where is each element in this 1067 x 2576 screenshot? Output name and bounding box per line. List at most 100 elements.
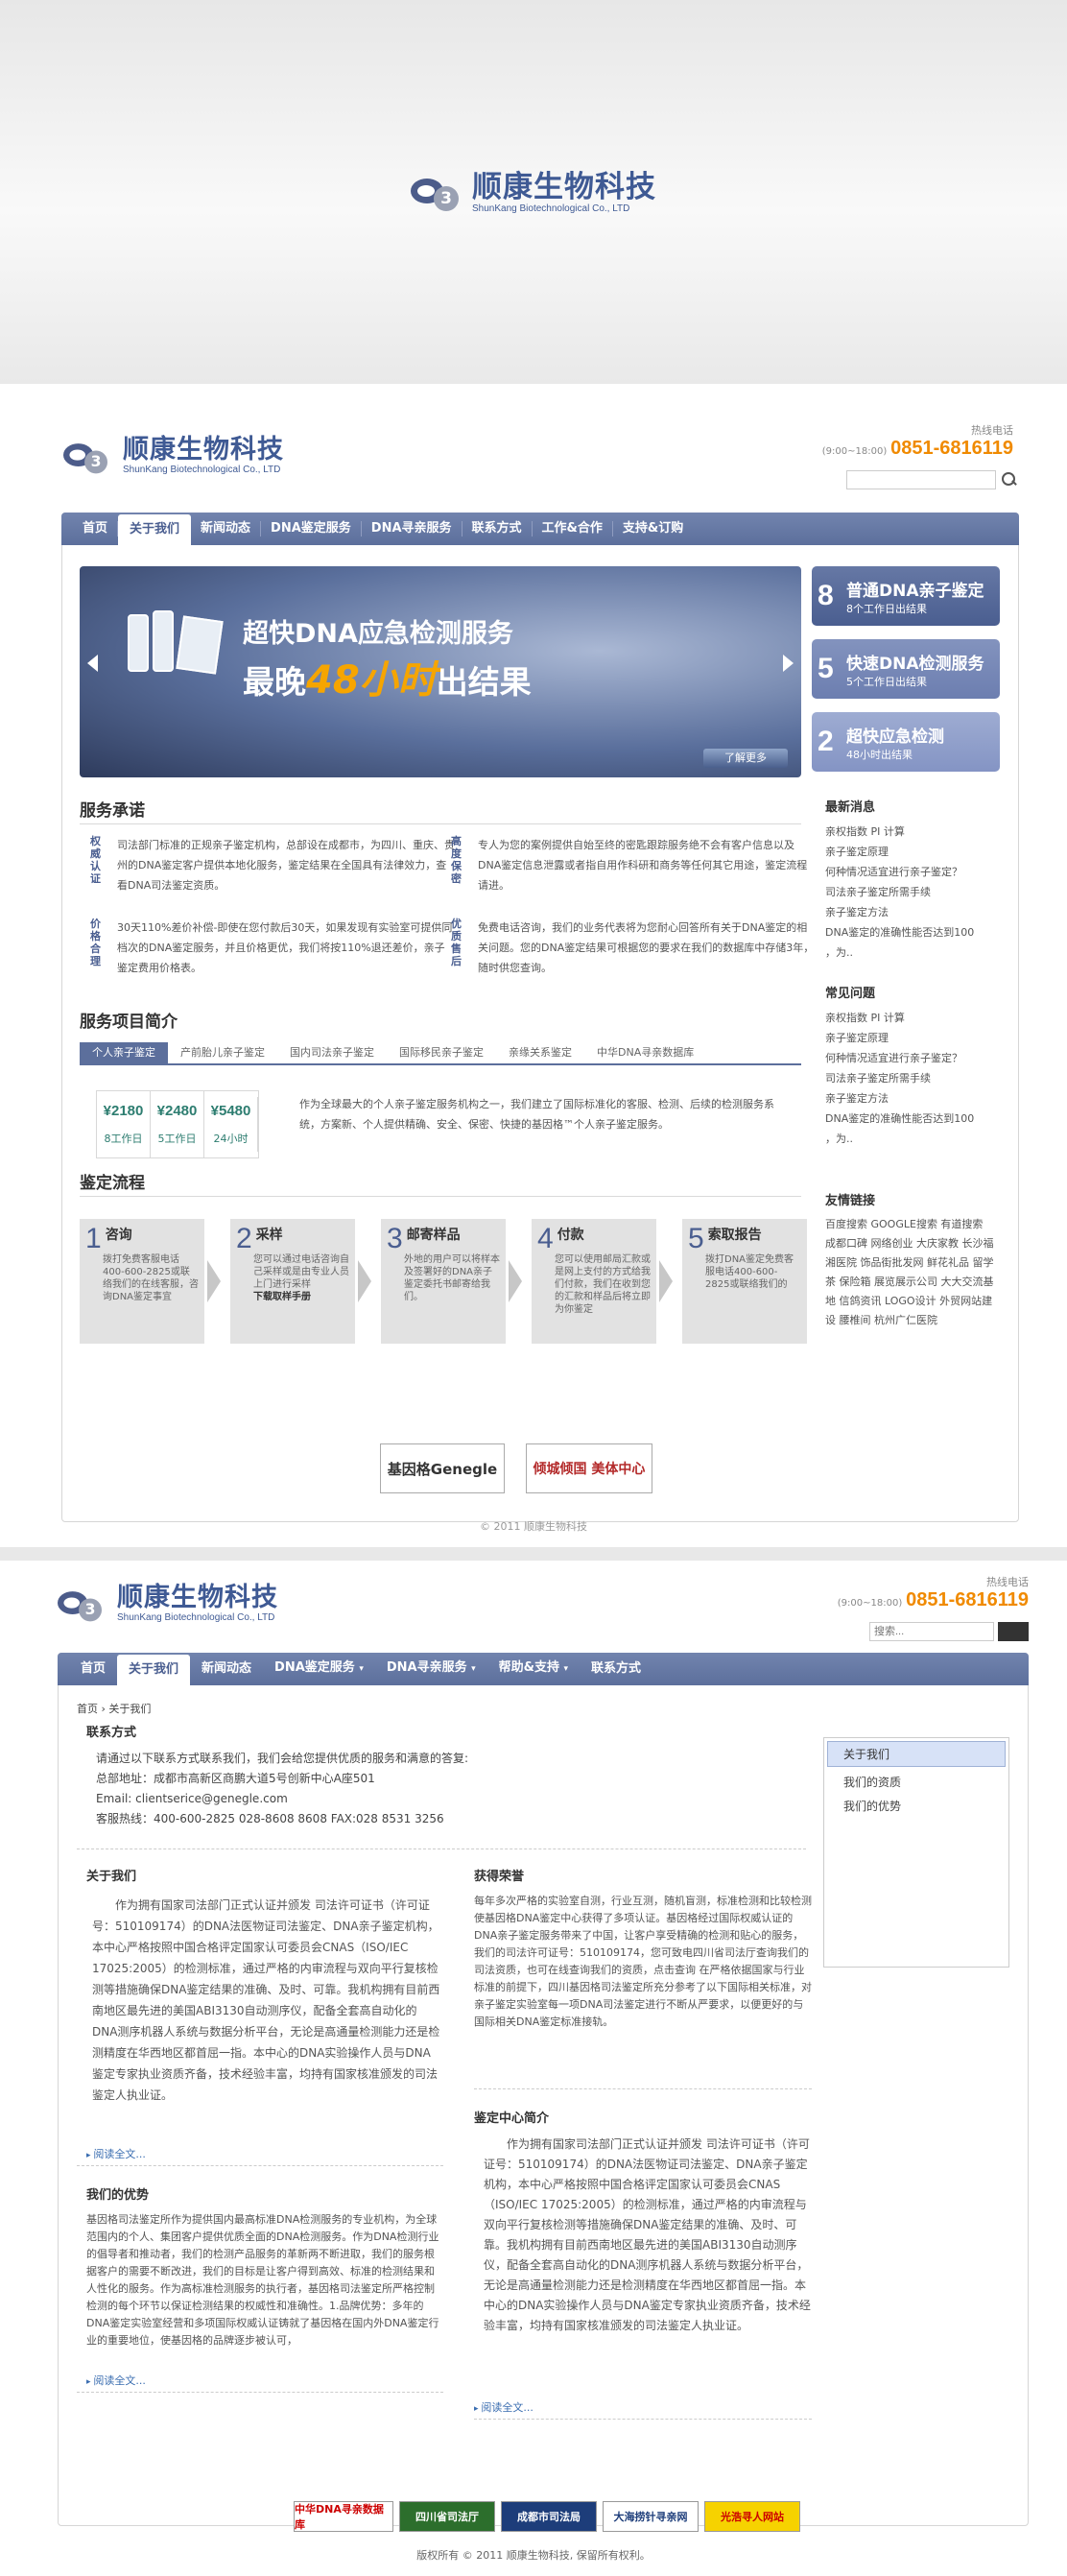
list-item[interactable]: 亲子鉴定原理	[825, 1028, 998, 1048]
arrow-right-icon	[659, 1260, 673, 1302]
tab-prenatal[interactable]: 产前胎儿亲子鉴定	[168, 1042, 277, 1063]
banner-prev-icon[interactable]	[87, 655, 98, 672]
nav-contact[interactable]: 联系方式	[580, 1653, 652, 1685]
read-more-link[interactable]: 阅读全文...	[86, 2146, 146, 2161]
link-dna-database[interactable]: 中华DNA寻亲数据库	[294, 2501, 393, 2532]
news-title: 最新消息	[825, 800, 876, 815]
partner-genegle-logo[interactable]: 基因格Genegle	[380, 1443, 505, 1493]
banner-next-icon[interactable]	[783, 655, 794, 672]
list-item[interactable]: 何种情况适宜进行亲子鉴定？	[825, 862, 998, 882]
promise-item: 优质售后 免费电话咨询，我们的业务代表将为您耐心回答所有关于DNA鉴定的相关问题。…	[451, 918, 815, 974]
faq-list: 亲权指数 PI 计算 亲子鉴定原理 何种情况适宜进行亲子鉴定？ 司法亲子鉴定所需…	[825, 1008, 998, 1149]
search-box	[869, 1622, 1029, 1641]
learn-more-button[interactable]: 了解更多	[703, 749, 788, 768]
hotline: 热线电话 (9:00~18:00) 0851-6816119	[821, 424, 1013, 459]
nav-about[interactable]: 关于我们	[117, 1655, 191, 1685]
sub-menu-advantage[interactable]: 我们的优势	[824, 1794, 1008, 1818]
about-text: 作为拥有国家司法部门正式认证并颁发 司法许可证书（许可证号：510109174）…	[92, 1898, 440, 2102]
link-sichuan-justice[interactable]: 四川省司法厅	[399, 2501, 495, 2532]
arrow-right-icon	[207, 1260, 221, 1302]
link-chengdu-justice[interactable]: 成都市司法局	[501, 2501, 597, 2532]
header-logo[interactable]: 3 顺康生物科技 ShunKang Biotechnological Co., …	[58, 1584, 278, 1623]
tab-database[interactable]: 中华DNA寻亲数据库	[584, 1042, 706, 1063]
nav-home[interactable]: 首页	[69, 1653, 117, 1685]
nav-dna-test[interactable]: DNA鉴定服务	[261, 521, 362, 537]
nav-help[interactable]: 帮助&支持 ▾	[487, 1652, 580, 1685]
tab-personal[interactable]: 个人亲子鉴定	[80, 1042, 168, 1063]
footer-copyright: 版权所有 © 2011 顺康生物科技, 保留所有权利。	[416, 2549, 651, 2562]
nav-cooperation[interactable]: 工作&合作	[533, 521, 613, 537]
promo-banner[interactable]: 超快DNA应急检测服务 最晚48小时出结果 了解更多	[80, 566, 801, 777]
nav-news[interactable]: 新闻动态	[191, 521, 262, 537]
promise-title: 服务承诺	[80, 801, 145, 821]
list-item[interactable]: 司法亲子鉴定所需手续	[825, 882, 998, 902]
list-item[interactable]: 何种情况适宜进行亲子鉴定？	[825, 1048, 998, 1068]
breadcrumb: 首页 › 关于我们	[77, 1703, 152, 1715]
logo-mark-icon: 3	[58, 1586, 108, 1621]
search-button[interactable]	[998, 1622, 1029, 1641]
read-more-link[interactable]: 阅读全文...	[86, 2373, 146, 2388]
link-find-people[interactable]: 光浩寻人网站	[704, 2501, 800, 2532]
logo-mark-icon: 3	[411, 173, 466, 211]
tab-immigration[interactable]: 国际移民亲子鉴定	[387, 1042, 496, 1063]
promise-item: 权威认证 司法部门标准的正规亲子鉴定机构，总部设在成都市，为四川、重庆、贵州的DN…	[90, 835, 455, 892]
hotline-number: 0851-6816119	[890, 438, 1013, 459]
header-logo[interactable]: 3 顺康生物科技 ShunKang Biotechnological Co., …	[63, 436, 284, 475]
awards-title: 获得荣誉	[474, 1870, 525, 1884]
nav-dna-search[interactable]: DNA寻亲服务	[362, 521, 462, 537]
center-text: 作为拥有国家司法部门正式认证并颁发 司法许可证书（许可证号：510109174）…	[484, 2137, 811, 2332]
center-title: 鉴定中心简介	[474, 2111, 550, 2126]
nav-support[interactable]: 支持&订购	[613, 521, 693, 537]
logo-chinese-name: 顺康生物科技	[472, 169, 656, 204]
intro-title: 服务项目简介	[80, 1013, 178, 1032]
tab-judicial[interactable]: 国内司法亲子鉴定	[277, 1042, 387, 1063]
about-sub-menu: 关于我们 我们的资质 我们的优势	[823, 1737, 1009, 1968]
nav-dna-test[interactable]: DNA鉴定服务 ▾	[263, 1652, 375, 1685]
hero-banner: 3 顺康生物科技 ShunKang Biotechnological Co., …	[0, 0, 1067, 384]
list-item[interactable]: 亲子鉴定方法	[825, 1088, 998, 1109]
sub-menu-about[interactable]: 关于我们	[827, 1741, 1006, 1767]
flow-step: 4 付款 您可以使用邮局汇款或是网上支付的方式给我们付款，我们在收到您的汇款和样品后…	[532, 1219, 656, 1344]
advantage-title: 我们的优势	[86, 2188, 150, 2203]
list-item[interactable]: 亲子鉴定方法	[825, 902, 998, 922]
list-item[interactable]: 亲权指数 PI 计算	[825, 822, 998, 842]
card-fast-test[interactable]: 5 快速DNA检测服务 5个工作日出结果	[812, 639, 1000, 699]
link-search-family[interactable]: 大海捞针寻亲网	[603, 2501, 699, 2532]
search-icon[interactable]	[1002, 472, 1017, 488]
friend-links[interactable]: 百度搜索 GOOGLE搜索 有道搜索 成都口碑 网络创业 大庆家教 长沙福湘医院…	[825, 1215, 996, 1330]
nav-home[interactable]: 首页	[73, 521, 119, 537]
search-input[interactable]	[869, 1622, 994, 1641]
awards-text: 每年多次严格的实验室自测，行业互测，随机盲测，标准检测和比较检测使基因格DNA鉴…	[474, 1895, 812, 2028]
list-item[interactable]: 亲子鉴定原理	[825, 842, 998, 862]
price-table: ¥2180 8工作日 ¥2480 5工作日 ¥5480 24小时	[96, 1090, 259, 1158]
about-title: 关于我们	[86, 1870, 137, 1884]
nav-about[interactable]: 关于我们	[118, 514, 192, 545]
main-nav: 首页 关于我们 新闻动态 DNA鉴定服务 ▾ DNA寻亲服务 ▾ 帮助&支持 ▾…	[58, 1653, 1029, 1685]
links-title: 友情链接	[825, 1194, 876, 1208]
list-item[interactable]: DNA鉴定的准确性能否达到100	[825, 922, 998, 942]
faq-title: 常见问题	[825, 987, 876, 1001]
list-item[interactable]: ，为..	[825, 942, 998, 963]
hero-logo: 3 顺康生物科技 ShunKang Biotechnological Co., …	[411, 171, 656, 214]
nav-news[interactable]: 新闻动态	[190, 1653, 263, 1685]
screen-divider	[0, 1547, 1067, 1561]
list-item[interactable]: 亲权指数 PI 计算	[825, 1008, 998, 1028]
search-input[interactable]	[846, 470, 996, 489]
card-standard-test[interactable]: 8 普通DNA亲子鉴定 8个工作日出结果	[812, 566, 1000, 626]
read-more-link[interactable]: 阅读全文...	[474, 2399, 534, 2415]
partner-beauty-logo[interactable]: 倾城倾国 美体中心	[526, 1443, 652, 1493]
card-urgent-test[interactable]: 2 超快应急检测 48小时出结果	[812, 712, 1000, 772]
page-about: 3 顺康生物科技 ShunKang Biotechnological Co., …	[0, 1564, 1067, 2576]
sub-menu-qualification[interactable]: 我们的资质	[824, 1770, 1008, 1794]
nav-dna-search[interactable]: DNA寻亲服务 ▾	[375, 1652, 487, 1685]
list-item[interactable]: 司法亲子鉴定所需手续	[825, 1068, 998, 1088]
arrow-right-icon	[358, 1260, 371, 1302]
download-manual-link[interactable]: 下载取样手册	[253, 1292, 311, 1302]
list-item[interactable]: ，为..	[825, 1129, 998, 1149]
hotline: 热线电话 (9:00~18:00) 0851-6816119	[837, 1576, 1029, 1610]
nav-contact[interactable]: 联系方式	[462, 521, 533, 537]
list-item[interactable]: DNA鉴定的准确性能否达到100	[825, 1109, 998, 1129]
tab-kinship[interactable]: 亲缘关系鉴定	[496, 1042, 584, 1063]
advantage-text: 基因格司法鉴定所作为提供国内最高标准DNA检测服务的专业机构，为全球范围内的个人…	[86, 2213, 439, 2347]
flow-step: 5 索取报告 拨打DNA鉴定免费客服电话400-600-2825或联络我们的	[682, 1219, 807, 1344]
